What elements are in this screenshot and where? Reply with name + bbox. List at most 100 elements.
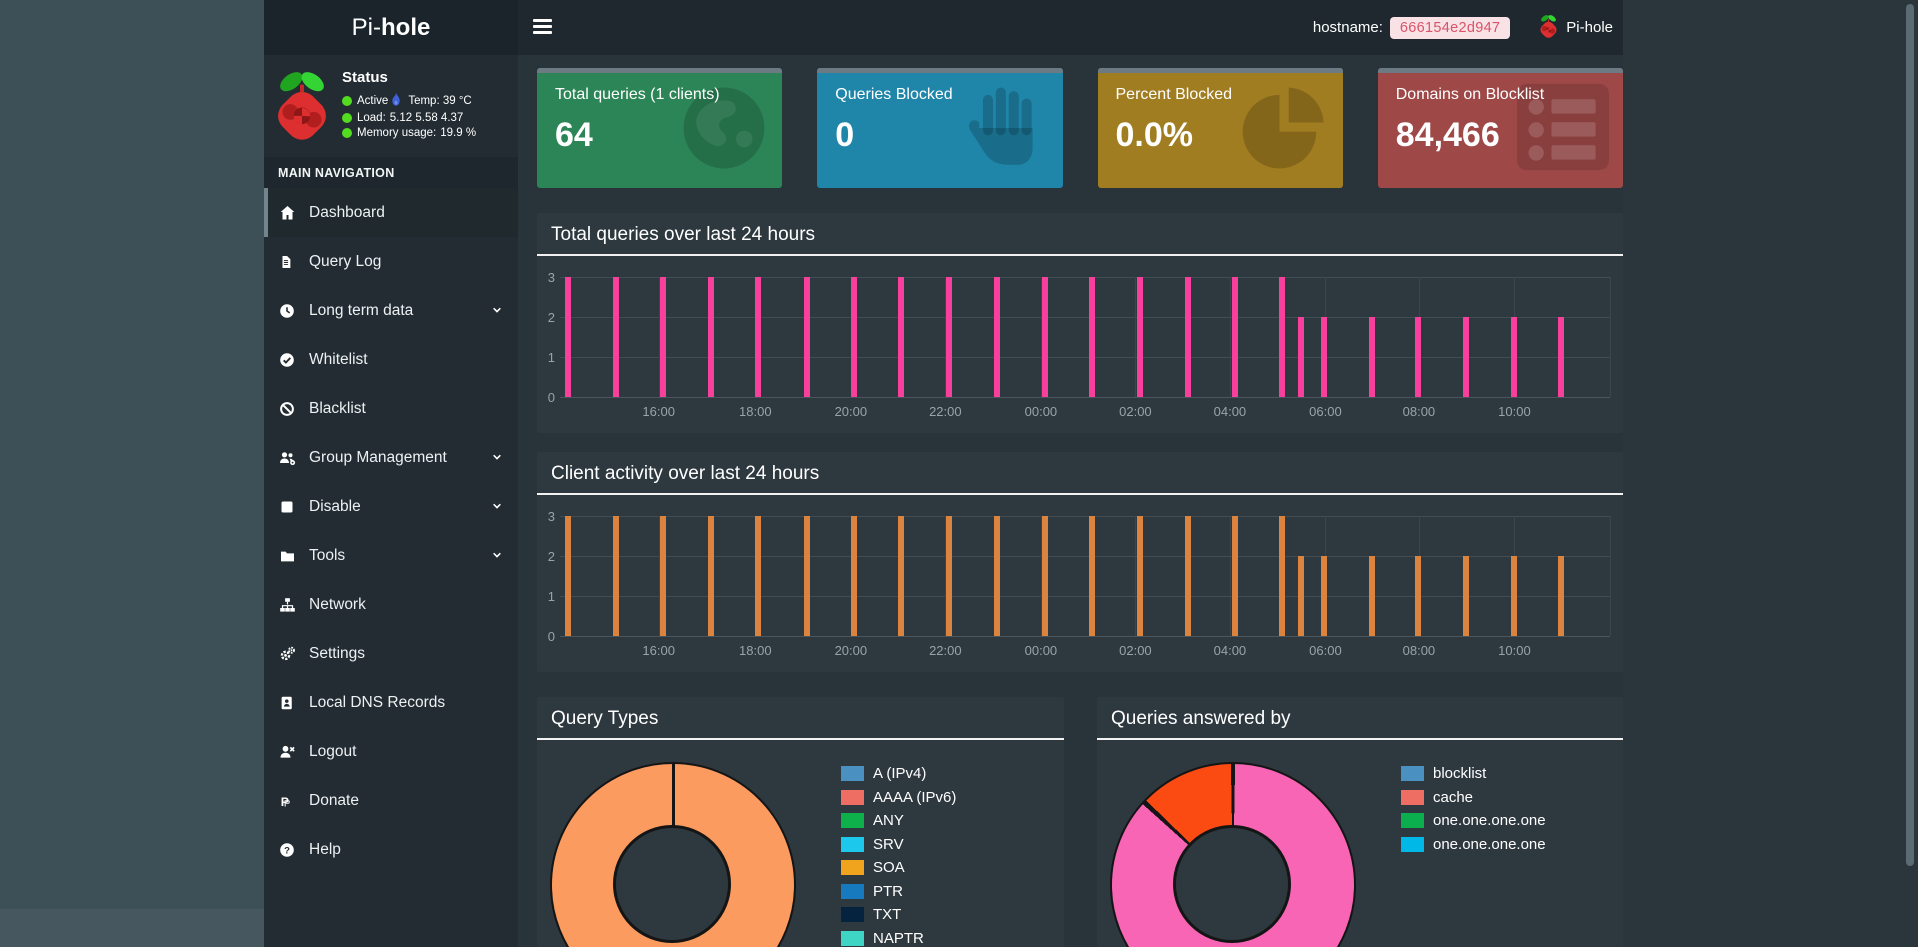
y-axis-tick: 1 <box>547 589 555 604</box>
stat-card-total-queries-1-clients-[interactable]: Total queries (1 clients) 64 <box>537 68 783 188</box>
question-icon: ? <box>279 841 298 858</box>
legend-item[interactable]: A (IPv4) <box>841 765 956 782</box>
bar-chart-plot: 0 1 2 3 16:00 18:00 20:00 22:00 00:00 02:00 04:00 0… <box>548 270 1611 419</box>
legend-item[interactable]: NAPTR <box>841 930 956 947</box>
panel-title: Queries answered by <box>1097 697 1623 740</box>
stat-card-percent-blocked[interactable]: Percent Blocked 0.0% <box>1097 68 1343 188</box>
legend-item[interactable]: blocklist <box>1401 765 1546 782</box>
status-row-label: Active <box>357 95 389 107</box>
top-navbar: Pi-hole hostname: 666154e2d947 Pi-hole <box>264 0 1623 55</box>
page-gutter <box>0 0 264 947</box>
x-axis-tick: 20:00 <box>834 404 868 419</box>
legend-item[interactable]: AAAA (IPv6) <box>841 789 956 806</box>
chart-bar <box>1184 277 1191 397</box>
legend-item[interactable]: SOA <box>841 859 956 876</box>
stat-card-queries-blocked[interactable]: Queries Blocked 0 <box>817 68 1063 188</box>
chart-bar <box>851 277 857 397</box>
status-ok-dot <box>342 113 352 123</box>
legend-label: one.one.one.one <box>1433 812 1546 829</box>
legend-item[interactable]: PTR <box>841 883 956 900</box>
ban-icon <box>279 400 298 417</box>
sidebar-item-network[interactable]: Network <box>264 580 518 629</box>
status-title: Status <box>342 69 388 86</box>
stat-card-value: 84,466 <box>1395 116 1500 154</box>
sidebar-item-label: Donate <box>309 791 359 809</box>
legend-label: ANY <box>873 812 904 829</box>
chart-bar <box>1414 556 1421 636</box>
chart-bar <box>1463 317 1470 397</box>
legend-color-swatch <box>841 907 864 922</box>
x-axis-tick: 22:00 <box>929 643 962 658</box>
legend-color-swatch <box>841 766 864 781</box>
scrollbar-thumb[interactable] <box>1906 4 1914 866</box>
chart-bar <box>1368 556 1375 636</box>
sidebar-item-settings[interactable]: Settings <box>264 629 518 678</box>
bar-chart-plot: 0 1 2 3 16:00 18:00 20:00 22:00 00:00 02:00 04:00 0… <box>548 509 1611 658</box>
sidebar-item-label: Local DNS Records <box>309 693 446 711</box>
users-gear-icon <box>279 449 298 466</box>
stat-card-value: 0.0% <box>1115 116 1194 154</box>
legend-item[interactable]: cache <box>1401 789 1546 806</box>
chart-bar <box>945 516 952 636</box>
home-icon <box>279 204 298 221</box>
legend-item[interactable]: one.one.one.one <box>1401 812 1546 829</box>
legend-item[interactable]: TXT <box>841 906 956 923</box>
x-axis-tick: 08:00 <box>1402 404 1436 419</box>
legend-item[interactable]: one.one.one.one <box>1401 836 1546 853</box>
legend-color-swatch <box>1401 813 1424 828</box>
stat-card-title: Queries Blocked <box>835 86 953 103</box>
chart-bar <box>612 277 619 397</box>
temperature-flame-icon <box>391 93 401 109</box>
legend-item[interactable]: SRV <box>841 836 956 853</box>
panel-queries-answered-by: Queries answered by blocklist cache one.one… <box>1097 697 1623 947</box>
chart-bar <box>803 277 810 397</box>
chart-bar <box>1557 317 1564 397</box>
chart-bar <box>1136 277 1143 397</box>
paypal-icon: PP <box>279 792 298 809</box>
chart-bar <box>803 516 810 636</box>
legend-color-swatch <box>1401 789 1424 805</box>
sidebar-toggle-button[interactable] <box>533 19 552 37</box>
sidebar-item-logout[interactable]: Logout <box>264 727 518 776</box>
stat-card-value: 64 <box>555 116 593 154</box>
sidebar-item-group-management[interactable]: Group Management <box>264 433 518 482</box>
y-axis-tick: 0 <box>547 629 555 644</box>
x-axis-tick: 04:00 <box>1213 643 1247 658</box>
sidebar-item-dashboard[interactable]: Dashboard <box>264 188 518 237</box>
sidebar-item-label: Help <box>309 840 341 858</box>
sidebar-item-help[interactable]: ? Help <box>264 825 518 874</box>
status-ok-dot <box>342 96 352 106</box>
sidebar-item-disable[interactable]: Disable <box>264 482 518 531</box>
brand-logo[interactable]: Pi-hole <box>264 0 518 55</box>
sidebar-item-blacklist[interactable]: Blacklist <box>264 384 518 433</box>
legend-label: TXT <box>873 906 902 923</box>
chart-bar <box>1279 277 1286 397</box>
sidebar-item-local-dns-records[interactable]: Local DNS Records <box>264 678 518 727</box>
x-axis-tick: 02:00 <box>1119 643 1152 658</box>
x-axis-tick: 06:00 <box>1309 643 1342 658</box>
legend-color-swatch <box>1401 766 1424 781</box>
legend-label: blocklist <box>1433 765 1487 782</box>
stat-card-domains-on-blocklist[interactable]: Domains on Blocklist 84,466 <box>1377 68 1623 188</box>
sidebar-item-label: Query Log <box>309 252 382 270</box>
chart-bar <box>1321 556 1328 636</box>
sidebar: Status Active Temp: 39 °C Load: 5.12 5.58 4… <box>264 55 518 947</box>
sidebar-item-query-log[interactable]: Query Log <box>264 237 518 286</box>
sidebar-item-whitelist[interactable]: Whitelist <box>264 335 518 384</box>
sidebar-item-tools[interactable]: Tools <box>264 531 518 580</box>
legend-label: PTR <box>873 882 903 900</box>
legend-item[interactable]: ANY <box>841 812 956 829</box>
legend-color-swatch <box>1401 836 1424 852</box>
sidebar-item-label: Tools <box>309 546 346 564</box>
nav-section-header: MAIN NAVIGATION <box>264 157 518 188</box>
brand-text-pi: Pi- <box>351 14 381 41</box>
x-axis-tick: 10:00 <box>1498 404 1531 419</box>
sidebar-item-long-term-data[interactable]: Long term data <box>264 286 518 335</box>
chart-bar <box>993 277 1000 397</box>
account-menu[interactable]: Pi-hole <box>1566 19 1613 36</box>
legend-color-swatch <box>841 813 864 828</box>
chart-bar <box>612 516 619 636</box>
stat-cards-row: Total queries (1 clients) 64 Queries Block… <box>537 68 1623 188</box>
status-row-0: Active Temp: 39 °C <box>342 93 476 109</box>
sidebar-item-donate[interactable]: P P Donate <box>264 776 518 825</box>
